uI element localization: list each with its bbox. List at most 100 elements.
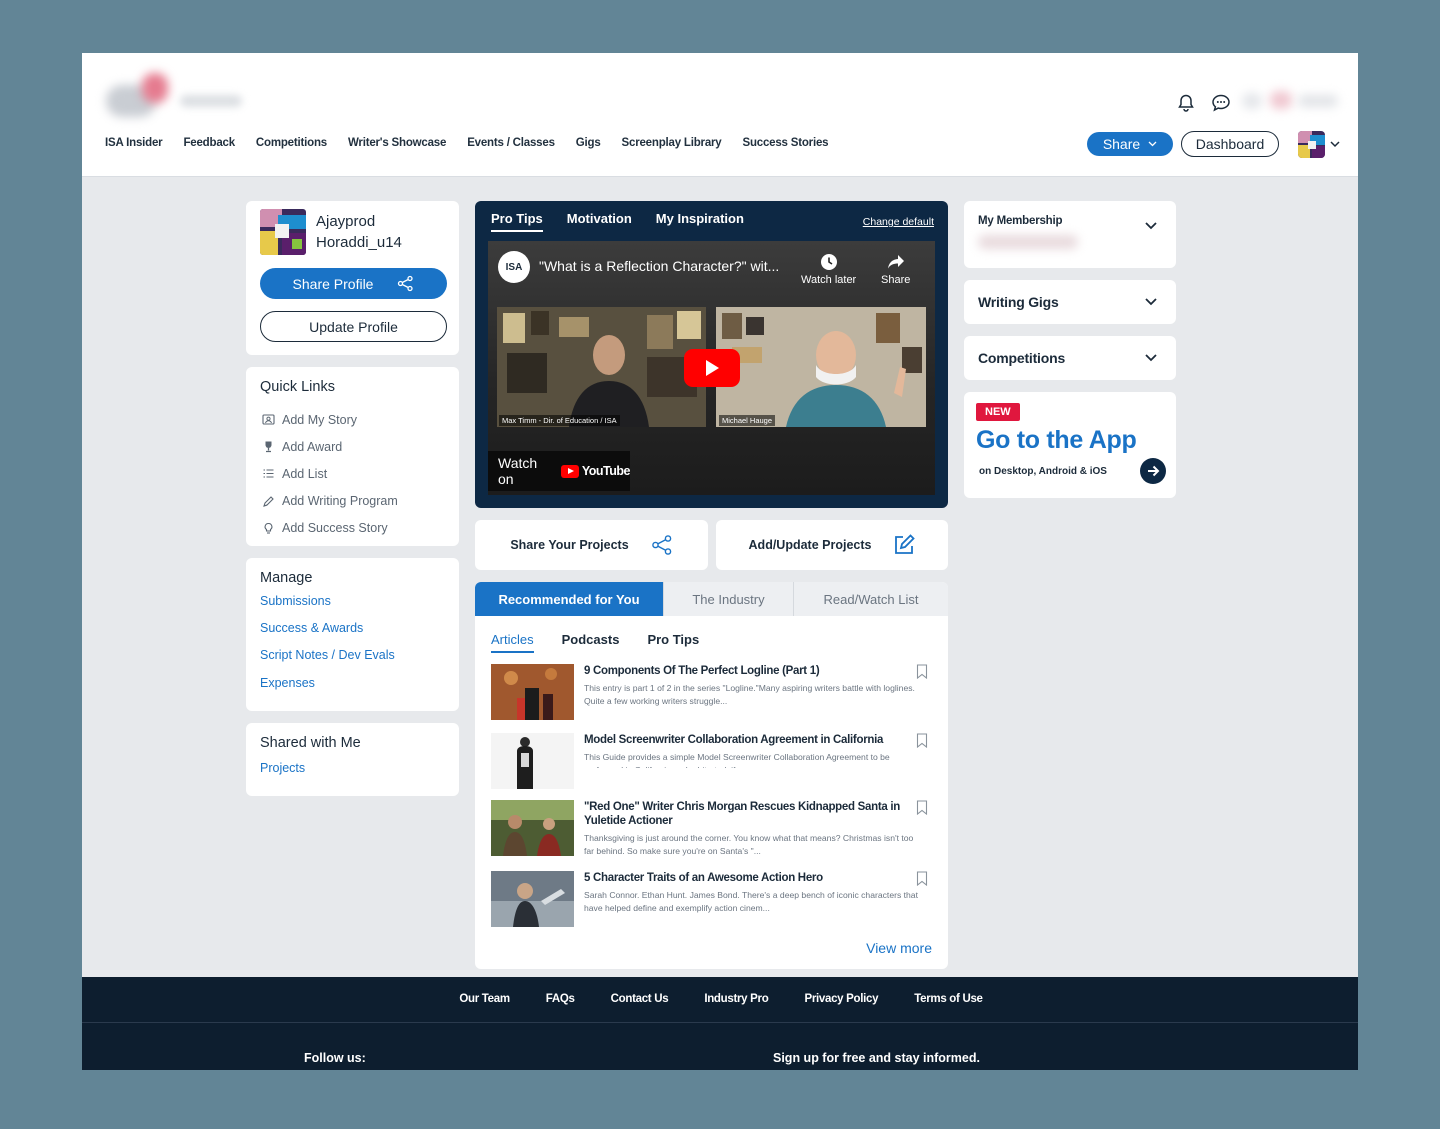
- bookmark-icon[interactable]: [916, 871, 928, 886]
- manage-success-awards-link[interactable]: Success & Awards: [260, 621, 395, 648]
- nav-gigs[interactable]: Gigs: [576, 137, 601, 149]
- site-header: ISA Insider Feedback Competitions Writer…: [82, 53, 1358, 177]
- footer-industry-pro[interactable]: Industry Pro: [704, 993, 768, 1005]
- footer-privacy-policy[interactable]: Privacy Policy: [804, 993, 878, 1005]
- video-title[interactable]: "What is a Reflection Character?" wit...: [539, 258, 779, 274]
- quick-links-title: Quick Links: [260, 379, 335, 395]
- app-title[interactable]: Go to the App: [976, 426, 1137, 455]
- article-title[interactable]: 5 Character Traits of an Awesome Action …: [584, 871, 904, 885]
- quick-link-add-success-story[interactable]: Add Success Story: [262, 515, 398, 542]
- manage-script-notes-link[interactable]: Script Notes / Dev Evals: [260, 648, 395, 675]
- add-update-projects-button[interactable]: Add/Update Projects: [716, 520, 948, 570]
- video-player[interactable]: ISA "What is a Reflection Character?" wi…: [488, 241, 935, 495]
- app-subtitle: on Desktop, Android & iOS: [979, 466, 1107, 477]
- manage-expenses-link[interactable]: Expenses: [260, 676, 395, 703]
- tab-read-watch-list[interactable]: Read/Watch List: [794, 582, 948, 616]
- feed-subtabs: Articles Podcasts Pro Tips: [491, 632, 699, 653]
- main-nav: ISA Insider Feedback Competitions Writer…: [105, 137, 829, 149]
- tab-recommended[interactable]: Recommended for You: [475, 582, 664, 616]
- tab-motivation[interactable]: Motivation: [567, 211, 632, 232]
- share-profile-label: Share Profile: [292, 275, 374, 292]
- nav-success-stories[interactable]: Success Stories: [742, 137, 828, 149]
- play-button[interactable]: [684, 349, 740, 387]
- follow-us-label: Follow us:: [304, 1051, 366, 1065]
- arrow-right-icon[interactable]: [1140, 458, 1166, 484]
- avatar[interactable]: [1298, 131, 1325, 158]
- subtab-podcasts[interactable]: Podcasts: [562, 632, 620, 653]
- article-thumbnail[interactable]: [491, 733, 574, 789]
- writing-gigs-dropdown[interactable]: Writing Gigs: [964, 280, 1176, 324]
- video-frame-left: [497, 307, 706, 427]
- caption-right: Michael Hauge: [719, 415, 776, 426]
- manage-card: Manage Submissions Success & Awards Scri…: [246, 558, 459, 711]
- manage-title: Manage: [260, 570, 313, 586]
- change-default-link[interactable]: Change default: [863, 216, 934, 228]
- bookmark-icon[interactable]: [916, 800, 928, 815]
- quick-link-add-writing-program[interactable]: Add Writing Program: [262, 488, 398, 515]
- share-arrow-icon: [887, 255, 904, 269]
- caption-left: Max Timm - Dir. of Education / ISA: [499, 415, 620, 426]
- chat-icon[interactable]: [1210, 93, 1232, 113]
- nav-feedback[interactable]: Feedback: [183, 137, 235, 149]
- footer-faqs[interactable]: FAQs: [546, 993, 575, 1005]
- profile-card: Ajayprod Horaddi_u14 Share Profile Updat…: [246, 201, 459, 355]
- watch-on-youtube-button[interactable]: Watch on YouTube: [488, 451, 631, 491]
- quick-link-add-my-story[interactable]: Add My Story: [262, 406, 398, 433]
- recommendations-card: Recommended for You The Industry Read/Wa…: [475, 582, 948, 969]
- quick-link-label: Add Award: [282, 439, 343, 454]
- article-description: This entry is part 1 of 2 in the series …: [584, 683, 915, 706]
- site-logo[interactable]: [102, 71, 252, 123]
- channel-badge[interactable]: ISA: [498, 251, 530, 283]
- membership-dropdown[interactable]: My Membership: [964, 201, 1176, 268]
- view-more-link[interactable]: View more: [866, 940, 932, 956]
- share-profile-button[interactable]: Share Profile: [260, 268, 447, 299]
- article-title[interactable]: Model Screenwriter Collaboration Agreeme…: [584, 733, 904, 747]
- quick-link-add-list[interactable]: Add List: [262, 460, 398, 487]
- watch-on-label: Watch on: [498, 455, 538, 487]
- footer-contact-us[interactable]: Contact Us: [611, 993, 669, 1005]
- nav-writers-showcase[interactable]: Writer's Showcase: [348, 137, 446, 149]
- article-thumbnail[interactable]: [491, 800, 574, 856]
- quick-link-label: Add My Story: [282, 412, 358, 427]
- video-share-button[interactable]: Share: [881, 253, 910, 286]
- watch-later-button[interactable]: Watch later: [801, 253, 856, 286]
- chevron-down-icon: [1145, 354, 1157, 362]
- share-projects-label: Share Your Projects: [510, 538, 629, 552]
- quick-link-add-award[interactable]: Add Award: [262, 433, 398, 460]
- dashboard-button[interactable]: Dashboard: [1181, 131, 1279, 157]
- tab-the-industry[interactable]: The Industry: [664, 582, 794, 616]
- footer-terms-of-use[interactable]: Terms of Use: [914, 993, 983, 1005]
- update-profile-button[interactable]: Update Profile: [260, 311, 447, 342]
- bell-icon[interactable]: [1176, 93, 1196, 113]
- footer-links: Our Team FAQs Contact Us Industry Pro Pr…: [82, 993, 1358, 1005]
- feed-tabs: Recommended for You The Industry Read/Wa…: [475, 582, 948, 616]
- clock-icon: [820, 254, 837, 270]
- footer-our-team[interactable]: Our Team: [459, 993, 510, 1005]
- profile-avatar[interactable]: [260, 209, 306, 255]
- article-thumbnail[interactable]: [491, 664, 574, 720]
- nav-isa-insider[interactable]: ISA Insider: [105, 137, 163, 149]
- trophy-icon: [265, 441, 272, 453]
- nav-competitions[interactable]: Competitions: [256, 137, 327, 149]
- site-footer: Our Team FAQs Contact Us Industry Pro Pr…: [82, 977, 1358, 1070]
- bookmark-icon[interactable]: [916, 664, 928, 679]
- shared-title: Shared with Me: [260, 735, 361, 751]
- shared-projects-link[interactable]: Projects: [260, 761, 305, 779]
- subtab-pro-tips[interactable]: Pro Tips: [647, 632, 699, 653]
- tab-pro-tips[interactable]: Pro Tips: [491, 211, 543, 232]
- share-button[interactable]: Share: [1087, 132, 1173, 156]
- subtab-articles[interactable]: Articles: [491, 632, 534, 653]
- article-title[interactable]: "Red One" Writer Chris Morgan Rescues Ki…: [584, 800, 904, 828]
- tab-my-inspiration[interactable]: My Inspiration: [656, 211, 744, 232]
- nav-screenplay-library[interactable]: Screenplay Library: [622, 137, 722, 149]
- article-thumbnail[interactable]: [491, 871, 574, 927]
- share-projects-button[interactable]: Share Your Projects: [475, 520, 708, 570]
- competitions-dropdown[interactable]: Competitions: [964, 336, 1176, 380]
- article-title[interactable]: 9 Components Of The Perfect Logline (Par…: [584, 664, 904, 678]
- chevron-down-icon[interactable]: [1329, 137, 1341, 151]
- pen-icon: [263, 495, 274, 507]
- nav-events-classes[interactable]: Events / Classes: [467, 137, 555, 149]
- bookmark-icon[interactable]: [916, 733, 928, 748]
- go-to-app-card[interactable]: NEW Go to the App on Desktop, Android & …: [964, 392, 1176, 498]
- manage-submissions-link[interactable]: Submissions: [260, 594, 395, 621]
